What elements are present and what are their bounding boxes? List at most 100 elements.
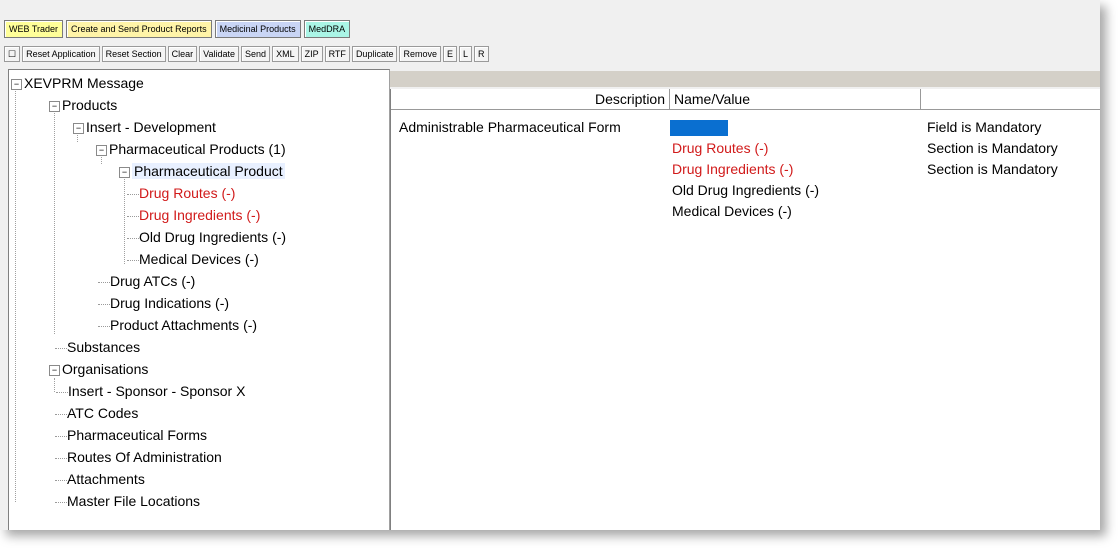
checkbox-button[interactable]: ☐ <box>4 46 21 62</box>
tree-item-product-attachments[interactable]: Product Attachments (-) <box>98 314 257 336</box>
tree-item-pharmaceutical-products[interactable]: − Pharmaceutical Products (1) <box>96 138 286 160</box>
tree-connector <box>98 303 110 305</box>
tab-create-send-product-reports[interactable]: Create and Send Product Reports <box>66 20 212 38</box>
tree-item-medical-devices[interactable]: Medical Devices (-) <box>127 248 259 270</box>
navigation-tree: − XEVPRM Message − Products − Insert - Deve… <box>8 69 390 530</box>
tree-connector <box>55 457 67 459</box>
tree-item-xevprm-message[interactable]: − XEVPRM Message <box>11 72 144 94</box>
tree-item-products[interactable]: − Products <box>49 94 117 116</box>
tree-item-insert-sponsor[interactable]: Insert - Sponsor - Sponsor X <box>56 380 245 402</box>
tree-item-label: Drug Routes (-) <box>139 185 236 201</box>
tree-item-label: Old Drug Ingredients (-) <box>139 229 287 245</box>
top-tabs: WEB Trader Create and Send Product Repor… <box>4 20 351 38</box>
tree-item-old-drug-ingredients[interactable]: Old Drug Ingredients (-) <box>127 226 286 248</box>
tree-item-drug-routes[interactable]: Drug Routes (-) <box>127 182 235 204</box>
tree-item-pharmaceutical-product[interactable]: − Pharmaceutical Product <box>119 160 285 182</box>
xml-button[interactable]: XML <box>272 46 299 62</box>
zip-button[interactable]: ZIP <box>300 46 323 62</box>
app-window: WEB Trader Create and Send Product Repor… <box>0 0 1100 530</box>
validate-button[interactable]: Validate <box>199 46 240 62</box>
tree-connector <box>98 281 110 283</box>
grid-cell-status: Section is Mandatory <box>927 161 1058 177</box>
collapse-icon[interactable]: − <box>96 144 107 156</box>
tree-item-label: Drug Ingredients (-) <box>139 207 261 223</box>
toolbar: ☐ Reset Application Reset Section Clear … <box>4 46 489 62</box>
tree-connector <box>98 325 110 327</box>
tree-item-attachments[interactable]: Attachments <box>55 468 145 490</box>
tree-item-label: Organisations <box>62 361 149 377</box>
grid-link-medical-devices[interactable]: Medical Devices (-) <box>672 201 792 221</box>
tree-item-label: Pharmaceutical Products (1) <box>109 141 286 157</box>
tree-connector <box>127 215 139 217</box>
tree-connector <box>55 413 67 415</box>
grid-cell-status: Section is Mandatory <box>927 140 1058 156</box>
tree-item-organisations[interactable]: − Organisations <box>49 358 148 380</box>
tab-medicinal-products[interactable]: Medicinal Products <box>214 20 301 38</box>
tree-item-drug-ingredients[interactable]: Drug Ingredients (-) <box>127 204 260 226</box>
tree-connector <box>55 479 67 481</box>
tree-item-label: Routes Of Administration <box>67 449 222 465</box>
clear-button[interactable]: Clear <box>167 46 198 62</box>
tree-connector <box>127 193 139 195</box>
grid-cell-value[interactable] <box>670 117 728 137</box>
collapse-icon[interactable]: − <box>119 166 130 178</box>
reset-section-button[interactable]: Reset Section <box>101 46 166 62</box>
tree-item-label: Pharmaceutical Product <box>132 163 285 179</box>
tree-item-label: Product Attachments (-) <box>110 317 258 333</box>
tree-item-label: Products <box>62 97 118 113</box>
e-button[interactable]: E <box>442 46 457 62</box>
tree-item-label: Drug ATCs (-) <box>110 273 196 289</box>
tree-connector <box>127 259 139 261</box>
tab-meddra[interactable]: MedDRA <box>303 20 351 38</box>
grid-cell-description: Administrable Pharmaceutical Form <box>399 119 621 135</box>
tree-item-drug-atcs[interactable]: Drug ATCs (-) <box>98 270 195 292</box>
grid-link-old-drug-ingredients[interactable]: Old Drug Ingredients (-) <box>672 180 819 200</box>
remove-button[interactable]: Remove <box>399 46 441 62</box>
tree-connector <box>56 391 68 393</box>
tree-guide-line <box>124 172 125 264</box>
collapse-icon[interactable]: − <box>49 364 60 376</box>
tree-guide-line <box>54 106 55 334</box>
tree-connector <box>55 501 67 503</box>
tree-connector <box>127 237 139 239</box>
pharmaceutical-form-field[interactable] <box>670 120 728 137</box>
tree-item-insert-development[interactable]: − Insert - Development <box>73 116 216 138</box>
tree-item-routes-of-administration[interactable]: Routes Of Administration <box>55 446 222 468</box>
tab-web-trader[interactable]: WEB Trader <box>4 20 64 38</box>
l-button[interactable]: L <box>459 46 473 62</box>
column-header-status[interactable] <box>921 89 1100 110</box>
tree-item-label: Drug Indications (-) <box>110 295 230 311</box>
column-header-description[interactable]: Description <box>391 89 670 110</box>
collapse-icon[interactable]: − <box>49 100 60 112</box>
tree-item-label: Attachments <box>67 471 145 487</box>
tree-connector <box>55 347 67 349</box>
tree-item-label: Medical Devices (-) <box>139 251 259 267</box>
collapse-icon[interactable]: − <box>73 122 84 134</box>
tree-item-substances[interactable]: Substances <box>55 336 140 358</box>
grid-link-drug-routes[interactable]: Drug Routes (-) <box>672 138 768 158</box>
column-header-name-value[interactable]: Name/Value <box>670 89 921 110</box>
rtf-button[interactable]: RTF <box>324 46 350 62</box>
send-button[interactable]: Send <box>241 46 271 62</box>
reset-application-button[interactable]: Reset Application <box>22 46 100 62</box>
tree-connector <box>55 435 67 437</box>
tree-item-label: ATC Codes <box>67 405 139 421</box>
tree-item-label: Insert - Sponsor - Sponsor X <box>68 383 246 399</box>
tree-item-pharmaceutical-forms[interactable]: Pharmaceutical Forms <box>55 424 207 446</box>
tree-item-drug-indications[interactable]: Drug Indications (-) <box>98 292 229 314</box>
grid-cell-status: Field is Mandatory <box>927 119 1042 135</box>
details-grid: Description Name/Value Administrable Pha… <box>390 89 1100 530</box>
tree-guide-line <box>54 378 55 392</box>
tree-item-label: Substances <box>67 339 141 355</box>
tree-item-master-file-locations[interactable]: Master File Locations <box>55 490 200 512</box>
grid-link-drug-ingredients[interactable]: Drug Ingredients (-) <box>672 159 793 179</box>
collapse-icon[interactable]: − <box>11 78 22 90</box>
tree-item-atc-codes[interactable]: ATC Codes <box>55 402 138 424</box>
tree-item-label: Master File Locations <box>67 493 201 509</box>
tree-guide-line <box>15 84 16 502</box>
r-button[interactable]: R <box>474 46 489 62</box>
duplicate-button[interactable]: Duplicate <box>351 46 398 62</box>
panel-header-bar <box>390 71 1100 87</box>
tree-item-label: XEVPRM Message <box>24 75 144 91</box>
tree-item-label: Pharmaceutical Forms <box>67 427 208 443</box>
